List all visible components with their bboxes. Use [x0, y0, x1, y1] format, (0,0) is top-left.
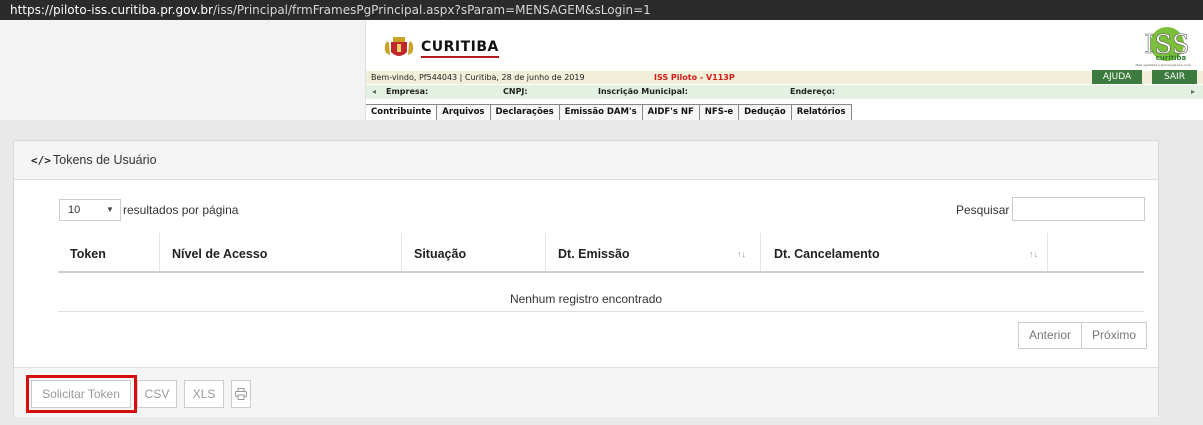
- table-header-border: [58, 271, 1144, 273]
- help-button[interactable]: AJUDA: [1092, 70, 1142, 84]
- welcome-bar: Bem-vindo, Pf544043 | Curitiba, 28 de ju…: [366, 71, 1203, 84]
- search-input[interactable]: [1012, 197, 1145, 221]
- print-button[interactable]: [231, 380, 251, 408]
- page-length-value: 10: [68, 204, 81, 216]
- city-emblem-icon: [383, 35, 415, 61]
- column-divider: [401, 233, 402, 271]
- code-icon: </>: [31, 154, 51, 167]
- company-info-bar: ◂ Empresa: CNPJ: Inscrição Municipal: En…: [366, 85, 1203, 99]
- xls-export-button[interactable]: XLS: [184, 380, 224, 408]
- version-text: ISS Piloto - V113P: [654, 73, 735, 82]
- menu-item-declaracoes[interactable]: Declarações: [490, 105, 560, 120]
- curitiba-logo[interactable]: CURITIBA: [383, 35, 499, 61]
- tokens-panel: </> Tokens de Usuário 10 ▼ resultados po…: [13, 140, 1159, 417]
- svg-text:curitiba: curitiba: [1156, 54, 1187, 62]
- column-header-status[interactable]: Situação: [414, 247, 466, 261]
- welcome-text: Bem-vindo, Pf544043 | Curitiba, 28 de ju…: [371, 73, 585, 82]
- dropdown-caret-icon: ▼: [106, 205, 114, 214]
- menu-item-emissao-dams[interactable]: Emissão DAM's: [559, 105, 643, 120]
- address-bar[interactable]: https://piloto-iss.curitiba.pr.gov.br/is…: [0, 0, 1203, 20]
- column-divider: [159, 233, 160, 271]
- column-divider: [545, 233, 546, 271]
- iss-logo: ISS curitiba Mais agilidade e tecnologia…: [1123, 26, 1195, 68]
- municipal-registration-label: Inscrição Municipal:: [598, 87, 688, 96]
- pagination: Anterior Próximo: [1018, 322, 1148, 349]
- svg-text:Mais agilidade e tecnologia pr: Mais agilidade e tecnologia pra você: [1136, 63, 1191, 67]
- company-label: Empresa:: [386, 87, 429, 96]
- menu-item-relatorios[interactable]: Relatórios: [791, 105, 852, 120]
- menu-item-nfse[interactable]: NFS-e: [699, 105, 740, 120]
- column-divider: [760, 233, 761, 271]
- table-row-border: [58, 311, 1144, 312]
- menu-item-aidfs-nf[interactable]: AIDF's NF: [642, 105, 700, 120]
- request-token-highlight: [26, 375, 137, 413]
- page-length-label: resultados por página: [123, 203, 239, 217]
- column-header-access-level[interactable]: Nível de Acesso: [172, 247, 267, 261]
- page-length-select[interactable]: 10 ▼: [59, 199, 121, 221]
- sort-icon[interactable]: ↑↓: [1029, 249, 1038, 259]
- logo-text: CURITIBA: [421, 39, 499, 58]
- column-header-cancel-date[interactable]: Dt. Cancelamento: [774, 247, 880, 261]
- url-host: https://piloto-iss.curitiba.pr.gov.br: [10, 3, 213, 17]
- panel-title: Tokens de Usuário: [53, 153, 157, 167]
- cnpj-label: CNPJ:: [503, 87, 528, 96]
- main-menu: Contribuinte Arquivos Declarações Emissã…: [366, 104, 852, 120]
- column-header-token[interactable]: Token: [70, 247, 106, 261]
- search-label: Pesquisar: [956, 203, 1010, 217]
- panel-footer: Solicitar Token CSV XLS: [14, 367, 1158, 417]
- sort-icon[interactable]: ↑↓: [737, 249, 746, 259]
- exit-button[interactable]: SAIR: [1152, 70, 1197, 84]
- scroll-left-icon[interactable]: ◂: [372, 85, 376, 99]
- scroll-right-icon[interactable]: ▸: [1191, 85, 1195, 99]
- url-path: /iss/Principal/frmFramesPgPrincipal.aspx…: [212, 3, 651, 17]
- column-divider: [1047, 233, 1048, 271]
- column-header-issue-date[interactable]: Dt. Emissão: [558, 247, 630, 261]
- csv-export-button[interactable]: CSV: [137, 380, 177, 408]
- address-label: Endereço:: [790, 87, 836, 96]
- empty-table-message: Nenhum registro encontrado: [509, 292, 663, 306]
- menu-item-deducao[interactable]: Dedução: [739, 105, 792, 120]
- printer-icon: [235, 388, 247, 403]
- previous-page-button[interactable]: Anterior: [1019, 323, 1082, 348]
- header-left-frame: [0, 20, 366, 120]
- panel-header: </> Tokens de Usuário: [14, 141, 1158, 180]
- next-page-button[interactable]: Próximo: [1081, 323, 1147, 348]
- menu-item-contribuinte[interactable]: Contribuinte: [366, 105, 438, 120]
- menu-item-arquivos[interactable]: Arquivos: [437, 105, 491, 120]
